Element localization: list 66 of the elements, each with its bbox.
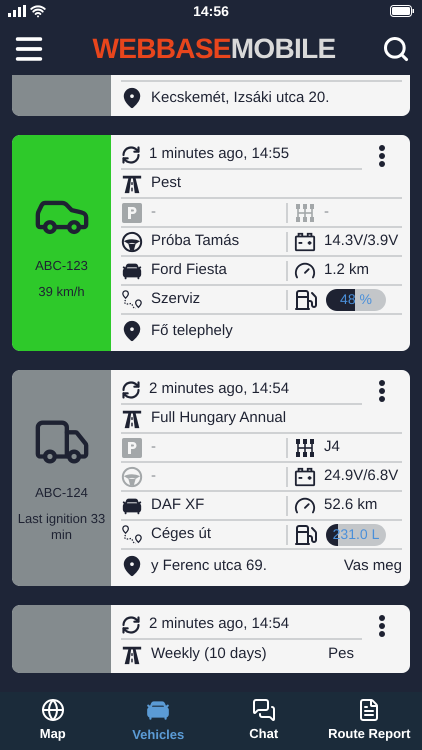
route-icon [121, 524, 143, 546]
app-logo: WEBBASEMOBILE [92, 32, 336, 66]
cell-text: Próba Tamás [151, 231, 240, 252]
signal-icon [8, 5, 26, 17]
fuel-reading: 48 % [340, 290, 372, 309]
battery-icon [390, 5, 414, 17]
nav-tab[interactable]: Chat [211, 698, 316, 744]
vignette-text: Full Hungary Annual [151, 408, 286, 428]
status-time: 14:56 [192, 2, 230, 20]
cell-text: Ford Fiesta [151, 260, 227, 280]
cell-text: J4 [324, 437, 340, 458]
vehicle-card[interactable]: 2 minutes ago, 14:54 Weekly (10 days) Pes [12, 605, 410, 673]
cell-text: - [324, 202, 329, 222]
cell-text: Szerviz [151, 289, 200, 310]
cell-text: DAF XF [151, 495, 204, 516]
vehicle-card[interactable]: ABC-123 39 km/h 1 minutes ago, 14:55 Pest - - Próba Tamás 14.3V/3.9V Ford Fiesta 1.2 km Szerviz 48 % Fő telephely [12, 135, 410, 351]
location-pin-icon [121, 555, 143, 577]
location-pin-icon [121, 87, 143, 109]
nav-tab[interactable]: Vehicles [106, 697, 211, 745]
refresh-icon [121, 144, 141, 164]
nav-tab[interactable]: Route Report [316, 698, 422, 744]
battery-icon [294, 466, 316, 488]
chat-icon [252, 698, 276, 722]
update-time: 1 minutes ago, 14:55 [149, 144, 290, 164]
gearbox-icon [294, 202, 316, 224]
refresh-icon [121, 614, 141, 634]
more-icon [379, 380, 385, 402]
fuel-pump-icon [294, 288, 318, 312]
more-icon [379, 614, 385, 636]
address-text: y Ferenc utca 69. [151, 556, 267, 576]
update-time: 2 minutes ago, 14:54 [149, 614, 290, 634]
cell-text: - [151, 437, 156, 458]
cell-text: - [151, 466, 156, 486]
vehicle-status: Last ignition 33 min [16, 510, 106, 543]
refresh-icon [121, 380, 141, 400]
globe-icon [40, 698, 65, 722]
steering-wheel-icon [121, 466, 143, 488]
fuel-pump-icon [294, 522, 318, 546]
cell-text: 14.3V/3.9V [324, 231, 398, 252]
search-button[interactable] [382, 34, 410, 62]
wifi-icon [30, 3, 46, 19]
cell-text: 24.9V/6.8V [324, 466, 398, 486]
cell-text: Céges út [151, 524, 212, 544]
more-icon [379, 144, 385, 166]
nav-tab[interactable]: Map [0, 698, 106, 744]
update-time: 2 minutes ago, 14:54 [149, 379, 290, 400]
vehicle-status: 39 km/h [37, 284, 86, 300]
cell-text: 52.6 km [324, 495, 378, 516]
cell-text: - [151, 202, 156, 222]
plate-number: ABC-124 [35, 484, 88, 502]
vignette-region-text: Pes [328, 644, 354, 664]
plate-number: ABC-123 [35, 257, 88, 276]
parking-icon [121, 436, 143, 458]
address-text: Kecskemét, Izsáki utca 20. [151, 88, 330, 108]
route-icon [121, 288, 143, 310]
county-text: Vas meg [344, 556, 402, 576]
address-text: Fő telephely [151, 320, 233, 341]
vignette-text: Weekly (10 days) [151, 644, 267, 664]
vehicle-card[interactable]: Kecskemét, Izsáki utca 20. [12, 75, 410, 116]
gearbox-icon [294, 436, 316, 458]
parking-icon [121, 202, 143, 224]
battery-icon [294, 230, 316, 252]
steering-wheel-icon [121, 230, 143, 252]
cell-text: 1.2 km [324, 260, 370, 280]
vignette-text: Pest [151, 173, 182, 194]
location-pin-icon [121, 320, 143, 342]
